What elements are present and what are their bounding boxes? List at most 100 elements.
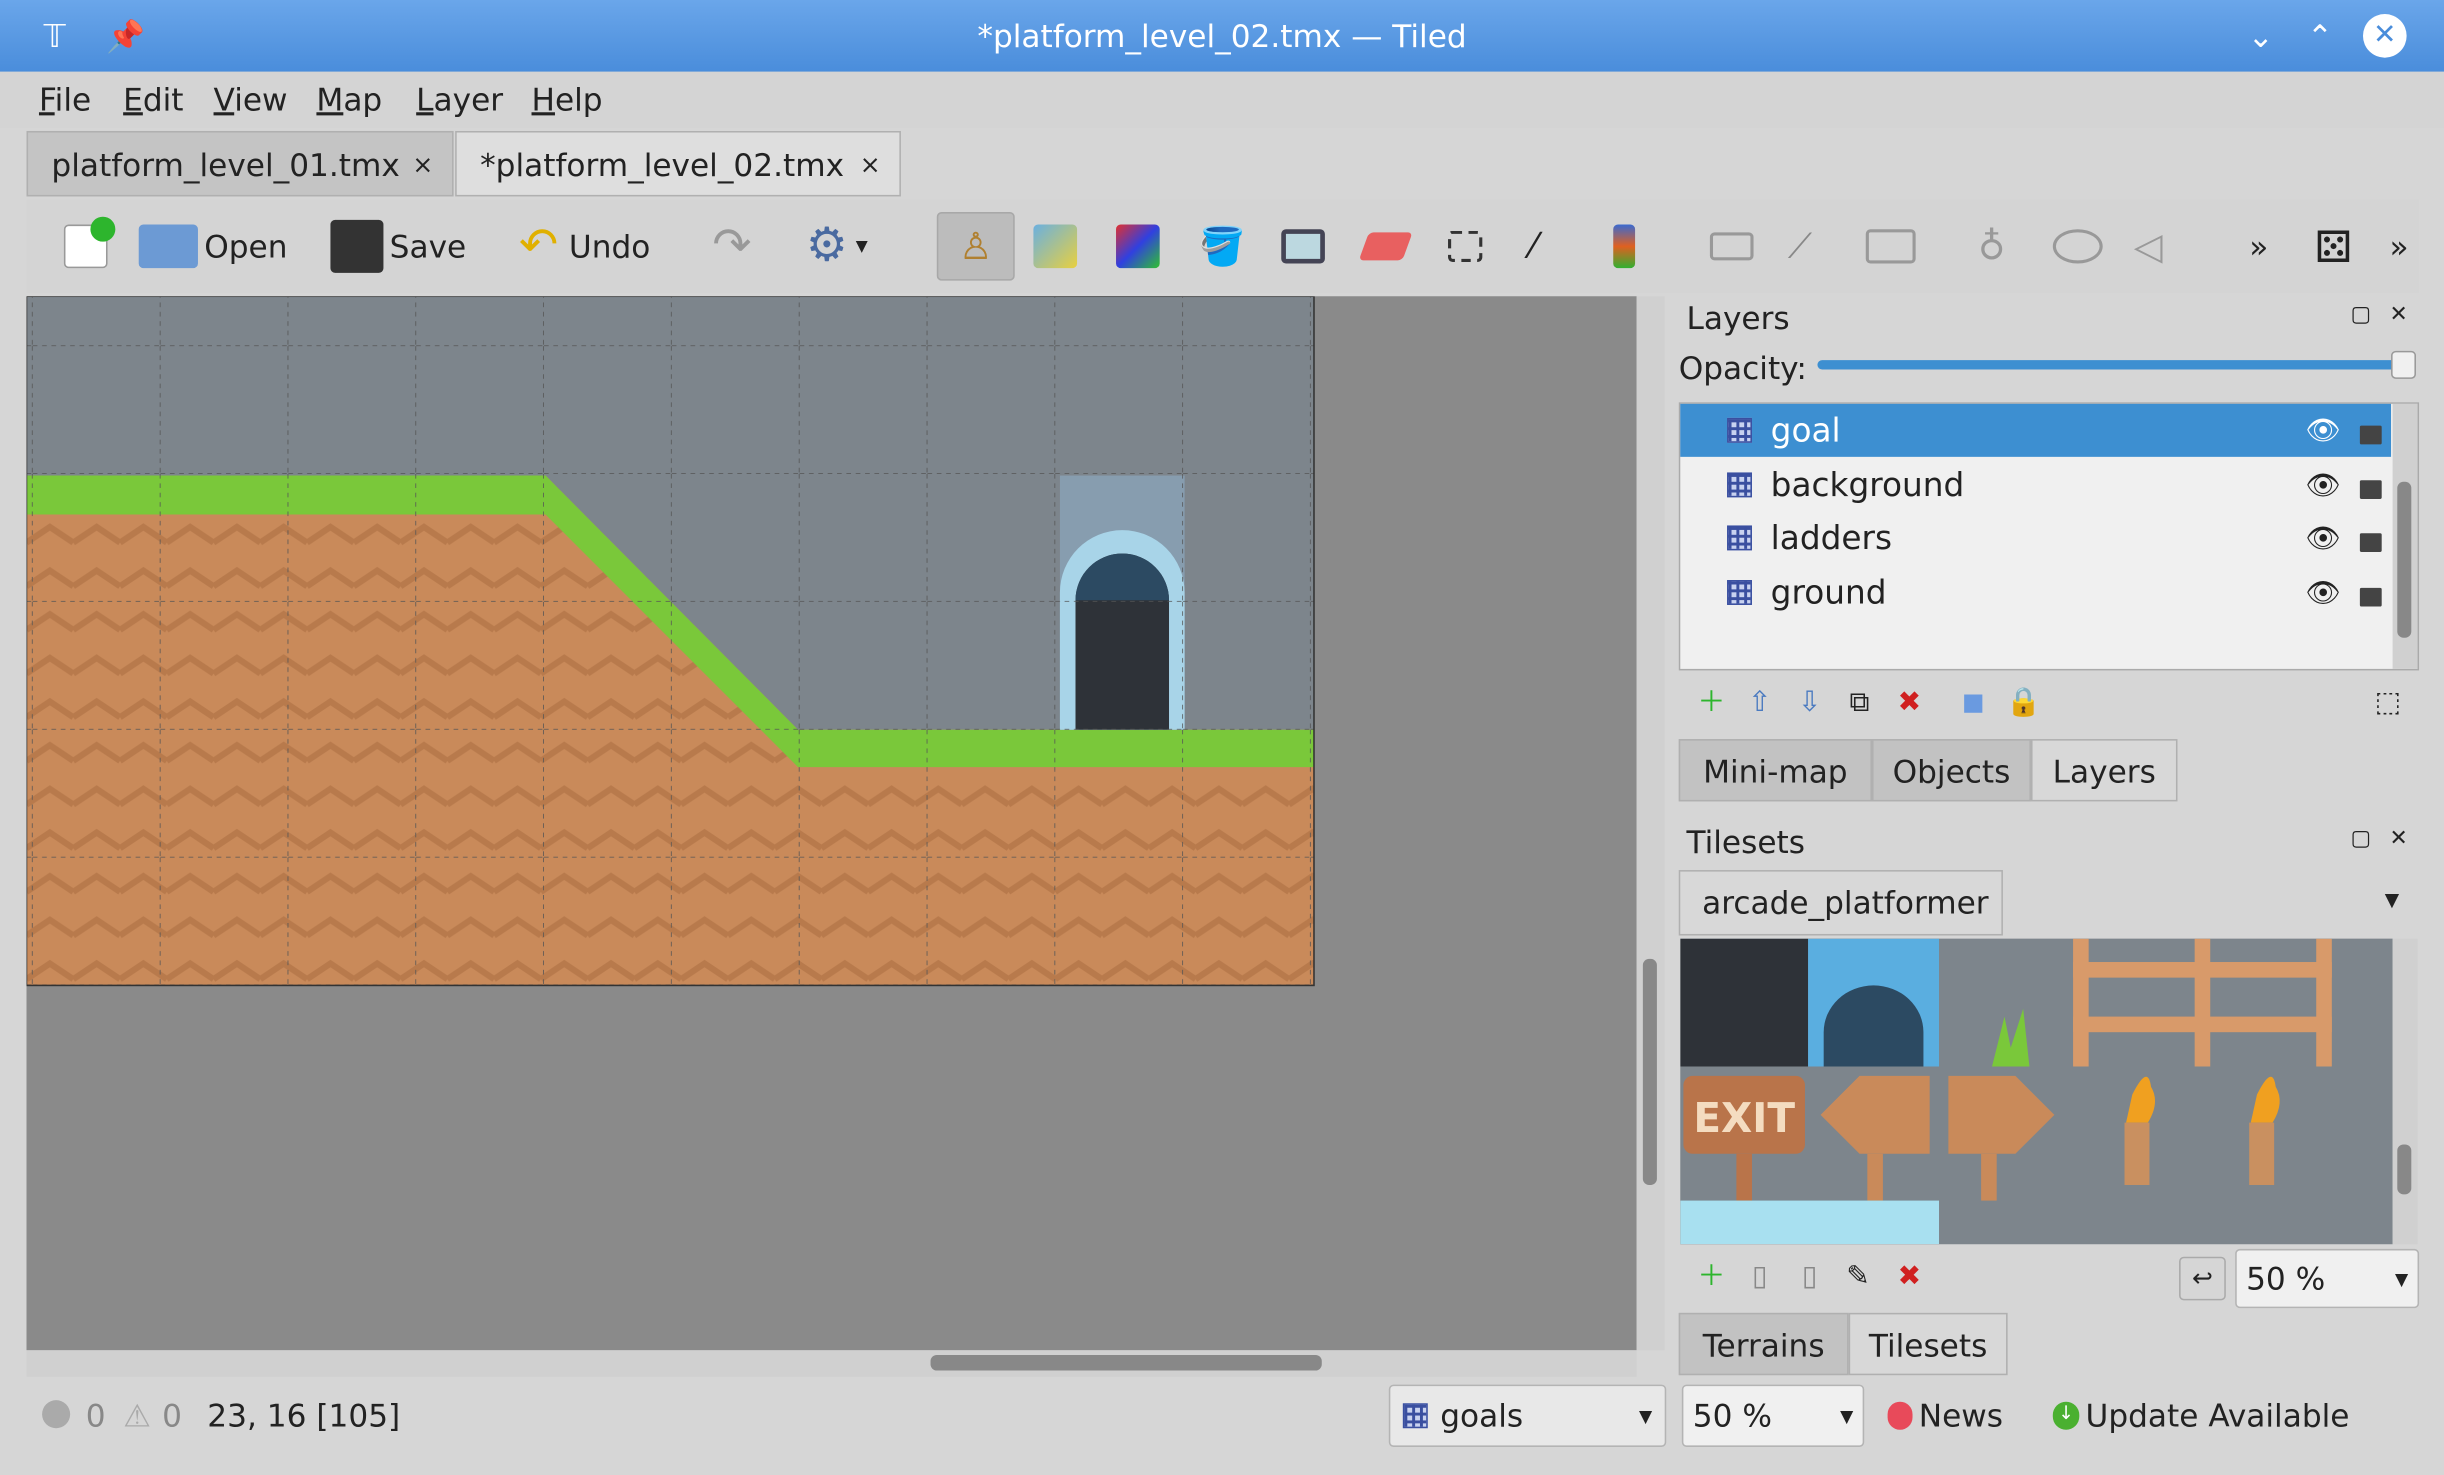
close-panel-icon[interactable]: ✕ — [2389, 826, 2407, 851]
insert-polygon-tool[interactable]: ◁ — [2134, 212, 2163, 281]
scroll-thumb[interactable] — [1642, 958, 1657, 1185]
tab-platform-level-02[interactable]: *platform_level_02.tmx × — [455, 130, 901, 198]
close-tab-icon[interactable]: × — [860, 133, 881, 198]
duplicate-layer-icon[interactable]: ⧉ — [1844, 687, 1875, 719]
tab-platform-level-01[interactable]: platform_level_01.tmx × — [26, 130, 454, 197]
close-panel-icon[interactable]: ✕ — [2389, 302, 2407, 327]
shape-fill-tool[interactable] — [1281, 212, 1325, 281]
menu-view[interactable]: View — [214, 81, 288, 118]
tile-torch[interactable] — [2124, 1076, 2156, 1185]
error-count[interactable]: 0 — [86, 1397, 106, 1434]
layer-row-background[interactable]: background 👁 — [1680, 458, 2391, 511]
float-panel-icon[interactable]: ▢ — [2351, 826, 2372, 851]
warning-icon[interactable]: ⚠ — [123, 1397, 151, 1434]
minimize-button[interactable]: ⌄ — [2248, 0, 2274, 72]
scroll-thumb[interactable] — [930, 1354, 1322, 1371]
new-button[interactable] — [63, 212, 116, 281]
opacity-slider-handle[interactable] — [2391, 350, 2416, 379]
tile-arrow-left[interactable] — [1820, 1075, 1930, 1201]
eye-icon[interactable]: 👁 — [2306, 522, 2342, 555]
raise-layer-icon[interactable]: ⇧ — [1744, 687, 1775, 719]
redo-button[interactable]: ↷ — [712, 212, 756, 281]
eye-icon[interactable]: 👁 — [2306, 576, 2342, 609]
scroll-thumb[interactable] — [2397, 1144, 2412, 1195]
scroll-thumb[interactable] — [2397, 481, 2412, 638]
lock-icon[interactable] — [2359, 533, 2382, 552]
layer-row-ladders[interactable]: ladders 👁 — [1680, 511, 2391, 564]
tab-terrains[interactable]: Terrains — [1678, 1312, 1849, 1376]
lock-other-layers-icon[interactable]: 🔒 — [2006, 687, 2041, 719]
toolbar2-overflow-button[interactable]: » — [2389, 212, 2408, 281]
lock-icon[interactable] — [2359, 587, 2382, 607]
object-select-tool[interactable] — [1709, 212, 1754, 281]
dynamic-wrapping-button[interactable]: ↩ — [2179, 1256, 2226, 1301]
layer-row-ground[interactable]: ground 👁 — [1680, 566, 2391, 619]
stamp-brush-tool[interactable]: ♙ — [936, 212, 1015, 281]
layer-combo[interactable]: goals ▼ — [1388, 1384, 1667, 1447]
menu-layer[interactable]: Layer — [416, 81, 503, 118]
terrain-brush-tool[interactable] — [1033, 212, 1078, 281]
horizontal-scrollbar[interactable] — [26, 1350, 1637, 1377]
tab-tilesets[interactable]: Tilesets — [1848, 1312, 2008, 1376]
insert-ellipse-tool[interactable] — [2052, 212, 2103, 281]
pin-icon[interactable]: 📌 — [106, 0, 145, 72]
insert-rectangle-tool[interactable] — [1865, 212, 1916, 281]
bucket-fill-tool[interactable]: 🪣 — [1199, 212, 1246, 281]
news-button[interactable]: News — [1887, 1397, 2003, 1434]
close-button[interactable]: ✕ — [2362, 14, 2407, 58]
float-panel-icon[interactable]: ▢ — [2351, 302, 2372, 327]
error-icon[interactable] — [42, 1400, 71, 1429]
map-view[interactable] — [26, 296, 1636, 1350]
tileset-scrollbar[interactable] — [2392, 938, 2418, 1245]
random-mode-button[interactable]: ⚄ — [2315, 212, 2353, 281]
remove-tileset-icon[interactable]: ✖ — [1894, 1261, 1925, 1292]
open-button[interactable]: Open — [138, 212, 287, 281]
tileset-menu-chevron-icon[interactable]: ▼ — [2385, 889, 2399, 911]
opacity-slider[interactable] — [1817, 350, 2416, 379]
rect-select-tool[interactable] — [1448, 212, 1483, 281]
insert-point-tool[interactable]: ♁ — [1978, 212, 2005, 281]
eye-icon[interactable]: 👁 — [2306, 469, 2342, 502]
zoom-combo[interactable]: 50 % ▼ — [1681, 1384, 1865, 1447]
tile-door[interactable] — [1680, 938, 1809, 1067]
new-tileset-icon[interactable]: ＋ — [1696, 1261, 1727, 1292]
export-tileset-icon[interactable]: ▯ — [1794, 1261, 1825, 1292]
toggle-other-layers-icon[interactable]: ◼ — [1958, 687, 1989, 719]
tile-exit-sign[interactable]: EXIT — [1683, 1075, 1805, 1201]
update-available-button[interactable]: ↓ Update Available — [2052, 1397, 2349, 1434]
warning-count[interactable]: 0 — [162, 1397, 182, 1434]
tile-water[interactable] — [1680, 1200, 1940, 1245]
tile-grass[interactable] — [1992, 1008, 2030, 1067]
eye-icon[interactable]: 👁 — [2306, 414, 2342, 447]
embed-tileset-icon[interactable]: ▯ — [1744, 1261, 1775, 1292]
toolbar-overflow-button[interactable]: » — [2249, 212, 2268, 281]
delete-layer-icon[interactable]: ✖ — [1894, 687, 1925, 719]
tileset-zoom-combo[interactable]: 50 % ▼ — [2235, 1248, 2420, 1309]
lock-icon[interactable] — [2359, 425, 2382, 445]
map-canvas[interactable] — [26, 296, 1637, 1351]
tab-layers[interactable]: Layers — [2030, 739, 2178, 802]
lower-layer-icon[interactable]: ⇩ — [1794, 687, 1825, 719]
lock-icon[interactable] — [2359, 480, 2382, 499]
tile-torch[interactable] — [2249, 1076, 2280, 1185]
wang-brush-tool[interactable] — [1116, 212, 1160, 281]
undo-button[interactable]: ↶ Undo — [519, 212, 650, 281]
add-layer-icon[interactable]: ＋ — [1696, 687, 1727, 719]
tile-arrow-right[interactable] — [1948, 1075, 2055, 1201]
vertical-scrollbar[interactable] — [1636, 296, 1665, 1351]
layer-row-goal[interactable]: goal 👁 — [1680, 403, 2392, 457]
menu-file[interactable]: File — [39, 81, 91, 118]
edit-polygons-tool[interactable]: ⟋ — [1788, 212, 1812, 281]
tab-mini-map[interactable]: Mini-map — [1678, 739, 1872, 802]
tileset-view[interactable]: EXIT — [1680, 938, 2393, 1245]
menu-map[interactable]: Map — [316, 81, 382, 118]
layers-scrollbar[interactable] — [2392, 403, 2418, 669]
commands-button[interactable]: ⚙ ▼ — [806, 212, 868, 281]
maximize-button[interactable]: ⌃ — [2307, 0, 2333, 72]
tile-fence[interactable] — [2073, 938, 2332, 1067]
menu-edit[interactable]: Edit — [123, 81, 183, 118]
tab-objects[interactable]: Objects — [1871, 739, 2031, 802]
tileset-tab-arcade-platformer[interactable]: arcade_platformer — [1678, 870, 2003, 936]
edit-tileset-icon[interactable]: ✎ — [1842, 1261, 1873, 1292]
magic-wand-tool[interactable]: ⁄ — [1531, 212, 1537, 281]
